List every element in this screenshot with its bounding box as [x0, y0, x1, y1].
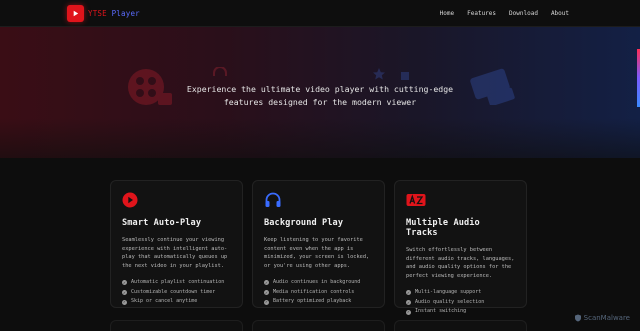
- headphones-icon: [264, 192, 373, 208]
- list-item: ✓ Skip or cancel anytime: [122, 297, 231, 307]
- list-item: ✓ Audio continues in background: [264, 278, 373, 288]
- bullet-text: Audio continues in background: [273, 278, 361, 285]
- play-logo-icon: [67, 5, 84, 22]
- feature-bullets: ✓ Automatic playlist continuation ✓ Custom…: [122, 278, 231, 307]
- top-navbar: YTSE Player Home Features Download About: [0, 0, 640, 27]
- watermark-text: ScanMalware: [583, 314, 630, 322]
- headphones-decor-icon: [213, 67, 227, 76]
- feature-title: Smart Auto-Play: [122, 218, 202, 228]
- feature-description: Seamlessly continue your viewing experie…: [122, 237, 228, 270]
- bullet-text: Multi-language support: [415, 288, 482, 295]
- bullet-text: Audio quality selection: [415, 298, 485, 305]
- nav-link-features[interactable]: Features: [467, 10, 496, 17]
- feature-card-partial: [110, 320, 243, 331]
- star-decor-icon: [373, 68, 385, 80]
- feature-card-partial: [252, 320, 385, 331]
- nav-link-home[interactable]: Home: [440, 10, 454, 17]
- check-icon: ✓: [406, 289, 411, 296]
- feature-title: Background Play: [264, 218, 344, 228]
- check-icon: ✓: [264, 279, 269, 286]
- audio-language-icon: [406, 192, 515, 208]
- feature-description: Keep listening to your favorite content …: [264, 237, 370, 270]
- nav-links: Home Features Download About: [440, 10, 569, 17]
- bullet-text: Media notification controls: [273, 288, 355, 295]
- list-item: ✓ Media notification controls: [264, 288, 373, 298]
- check-icon: ✓: [406, 299, 411, 305]
- brand-name: YTSE Player: [88, 9, 140, 18]
- hero-banner: Experience the ultimate video player wit…: [0, 27, 640, 158]
- nav-link-about[interactable]: About: [551, 10, 569, 17]
- feature-bullets: ✓ Multi-language support ✓ Audio quality s…: [406, 288, 515, 317]
- list-item: ✓ Automatic playlist continuation: [122, 278, 231, 288]
- bullet-text: Skip or cancel anytime: [131, 298, 198, 305]
- feature-bullets: ✓ Audio continues in background ✓ Media no…: [264, 278, 373, 307]
- brand-logo[interactable]: YTSE Player: [67, 5, 140, 22]
- check-icon: ✓: [264, 299, 269, 305]
- list-item: ✓ Audio quality selection: [406, 298, 515, 308]
- play-circle-icon: [122, 192, 231, 208]
- video-screen-decor-icon: [470, 68, 515, 105]
- feature-card-background-play: Background Play Keep listening to your f…: [252, 180, 385, 308]
- bullet-text: Automatic playlist continuation: [131, 278, 225, 285]
- feature-title: Multiple Audio Tracks: [406, 218, 480, 238]
- nav-link-download[interactable]: Download: [509, 10, 538, 17]
- feature-card-auto-play: Smart Auto-Play Seamlessly continue your…: [110, 180, 243, 308]
- feature-description: Switch effortlessly between different au…: [406, 247, 515, 280]
- check-icon: ✓: [122, 299, 127, 305]
- feature-card-audio-tracks: Multiple Audio Tracks Switch effortlessl…: [394, 180, 527, 315]
- check-icon: ✓: [264, 289, 269, 295]
- bullet-text: Instant switching: [415, 308, 467, 315]
- bullet-text: Customizable countdown timer: [131, 288, 216, 295]
- list-item: ✓ Multi-language support: [406, 288, 515, 298]
- list-item: ✓ Battery optimized playback: [264, 297, 373, 307]
- feature-card-partial: [394, 320, 527, 331]
- watermark: ScanMalware: [574, 314, 630, 322]
- square-decor-icon: [401, 72, 409, 80]
- brand-name-part1: YTSE: [88, 9, 107, 18]
- hero-tagline: Experience the ultimate video player wit…: [186, 84, 454, 107]
- list-item: ✓ Customizable countdown timer: [122, 288, 231, 298]
- bullet-text: Battery optimized playback: [273, 298, 352, 305]
- check-icon: ✓: [122, 289, 127, 295]
- brand-name-part2: Player: [111, 9, 140, 18]
- shield-icon: [574, 314, 581, 322]
- film-reel-decor-icon: [128, 69, 172, 105]
- list-item: ✓ Instant switching: [406, 307, 515, 317]
- check-icon: ✓: [406, 309, 411, 315]
- check-icon: ✓: [122, 279, 127, 286]
